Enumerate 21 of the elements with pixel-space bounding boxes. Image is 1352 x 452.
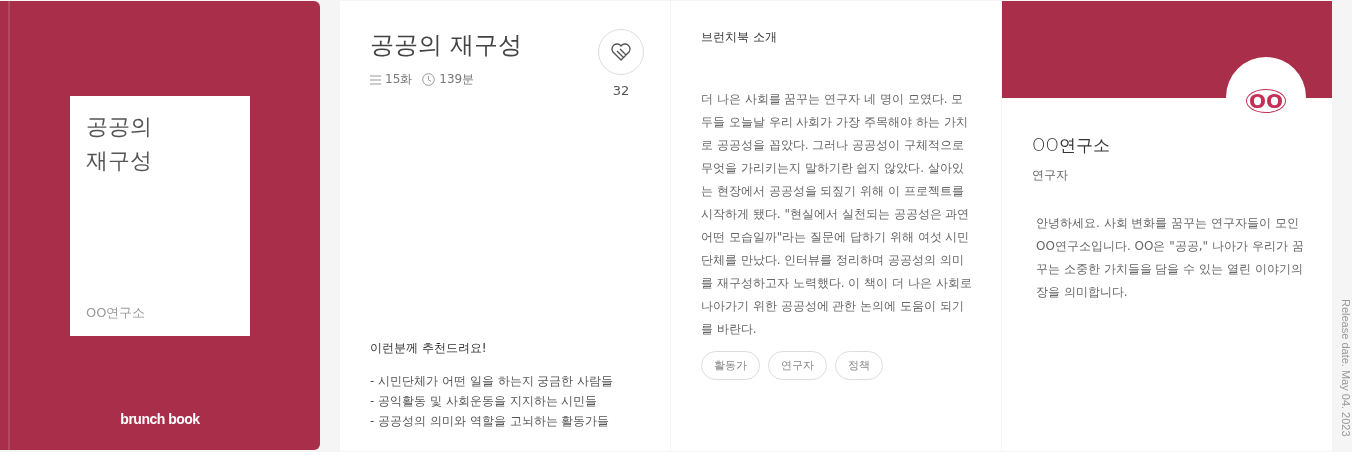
book-title: 공공의 재구성: [370, 30, 522, 61]
episode-count: 15화: [385, 71, 413, 88]
brand-logo: brunch book: [120, 411, 200, 427]
recommend-item: - 시민단체가 어떤 일을 하는지 궁금한 사람들: [370, 373, 615, 390]
recommend-heading: 이런분께 추천드려요!: [370, 340, 488, 357]
release-date: Release date. May 04. 2023: [1340, 299, 1352, 439]
intro-text: 더 나은 사회를 꿈꾸는 연구자 네 명이 모였다. 모두들 오늘날 우리 사회가 가장 주목해야 하는 가치로 공공성을 꼽았다. 그러나 공공성이 구체적으로 무엇을 가리키는지 말하기란 쉽지 않았다. 살아있는 현장에서 공공성을 되짚기 위해 이 프로젝트를 시작하게 됐다. "현실에서 실천되는 공공성은 과연 어떤 모습일까"라는 질문에 답하기 위해 여섯 시민단체를 만났다. 인터뷰를 정리하며 공공성의 의미를 재구성하고자 노력했다. 이 책이 더 나은 사회로 나아가기 위한 공공성에 관한 논의에 도움이 되기를 바란다.: [701, 91, 973, 338]
cover-title: 공공의 재구성: [86, 113, 153, 175]
author-role: 연구자: [1032, 167, 1069, 184]
recommend-item: - 공공성의 의미와 역할을 고뇌하는 활동가들: [370, 413, 611, 430]
list-icon: [370, 74, 381, 85]
cover-author: OO연구소: [86, 304, 146, 322]
section-heading: 브런치북 소개: [701, 29, 778, 46]
reading-time: 139분: [439, 71, 475, 88]
author-name: OO연구소: [1032, 134, 1111, 157]
author-bio: 안녕하세요. 사회 변화를 꿈꾸는 연구자들이 모인 OO연구소입니다. OO은 "공공," 나아가 우리가 꿈꾸는 소중한 가치들을 담을 수 있는 열린 이야기의 장을 의미합니다.: [1036, 215, 1305, 301]
like-count: 32: [612, 83, 630, 98]
like-button[interactable]: [598, 29, 644, 75]
heart-icon: [610, 42, 632, 62]
recommend-item: - 공익활동 및 사회운동을 지지하는 시민들: [370, 393, 599, 410]
clock-icon: [422, 73, 436, 86]
